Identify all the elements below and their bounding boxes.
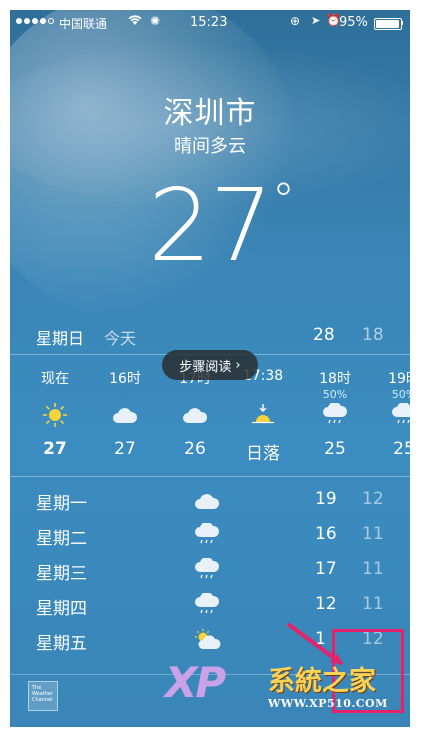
rain-icon — [374, 401, 410, 429]
hourly-temp: 26 — [184, 439, 206, 459]
hourly-time: 16时 — [109, 371, 141, 387]
hourly-precip — [95, 388, 155, 401]
battery-percentage: 95% — [339, 15, 368, 30]
battery-icon — [374, 18, 402, 30]
rain-icon — [194, 557, 224, 582]
hourly-item: 19时 50% 25 — [374, 356, 410, 459]
weather-condition: 晴间多云 — [174, 136, 246, 157]
daily-low: 11 — [362, 559, 384, 579]
hourly-temp: 25 — [393, 439, 410, 459]
degree-symbol: ° — [272, 173, 295, 227]
carrier-name: 中国联通 — [59, 17, 108, 31]
daily-high: 16 — [315, 524, 337, 544]
signal-strength-icon — [16, 18, 54, 24]
daily-day: 星期三 — [36, 564, 87, 584]
activity-spinner-icon: ✺ — [150, 14, 161, 28]
hourly-precip: 50% — [322, 388, 348, 401]
daily-high: 19 — [315, 489, 337, 509]
rain-icon — [194, 522, 224, 547]
hourly-time: 19时 — [388, 371, 410, 387]
hourly-item: 现在 27 — [25, 356, 85, 459]
cloud-icon — [194, 488, 224, 512]
daily-day: 星期一 — [36, 494, 87, 514]
hourly-temp: 25 — [324, 439, 346, 459]
current-temperature: 27 — [148, 167, 273, 284]
hourly-precip: 50% — [391, 388, 410, 401]
today-high: 28 — [313, 325, 335, 345]
daily-day: 星期二 — [36, 529, 87, 549]
daily-low: 11 — [362, 524, 384, 544]
clock: 15:23 — [190, 15, 228, 30]
cloud-icon — [95, 401, 155, 429]
cloud-icon — [165, 401, 225, 429]
daily-row: 星期四 12 11 — [10, 589, 410, 623]
weather-channel-text: The Weather Channel — [32, 685, 54, 703]
daily-row: 星期三 17 11 — [10, 554, 410, 588]
hourly-temp: 日落 — [246, 444, 280, 464]
hourly-precip — [233, 388, 293, 401]
watermark-url: WWW.XP510.COM — [268, 697, 388, 710]
daily-low: 11 — [362, 594, 384, 614]
watermark-xp-logo: XP — [165, 658, 226, 707]
divider-hourly — [10, 476, 410, 477]
daily-high: 12 — [315, 594, 337, 614]
hourly-precip — [25, 388, 85, 401]
step-reading-button[interactable]: 步骤阅读 › — [162, 350, 258, 380]
rain-icon — [194, 592, 224, 617]
sunset-icon — [233, 401, 293, 429]
hourly-precip — [165, 388, 225, 401]
daily-day: 星期四 — [36, 599, 87, 619]
today-row: 星期日 今天 28 18 — [10, 321, 410, 353]
watermark-site-name: 系統之家 — [268, 666, 376, 697]
city-name: 深圳市 — [163, 96, 257, 131]
rain-icon — [305, 401, 365, 429]
hourly-temp: 27 — [114, 439, 136, 459]
status-bar: 中国联通 ✺ 15:23 ⊕ ➤ ⏰ 95% — [10, 10, 410, 36]
battery-cap — [401, 21, 403, 25]
daily-low: 12 — [362, 489, 384, 509]
hourly-item: 16时 27 — [95, 356, 155, 459]
hourly-item: 18时 50% 25 — [305, 356, 365, 459]
rotation-lock-icon: ⊕ — [290, 14, 301, 28]
weather-channel-logo[interactable]: The Weather Channel — [28, 681, 58, 711]
daily-day: 星期五 — [36, 634, 87, 654]
wifi-icon — [128, 14, 142, 29]
chevron-right-icon: › — [235, 357, 241, 373]
daily-row: 星期一 19 12 — [10, 484, 410, 518]
hourly-temp: 27 — [43, 439, 67, 459]
today-low: 18 — [362, 325, 384, 345]
daily-row: 星期二 16 11 — [10, 519, 410, 553]
battery-fill — [376, 20, 399, 28]
hourly-time: 现在 — [41, 371, 69, 387]
step-reading-label: 步骤阅读 — [179, 359, 232, 375]
today-day: 星期日 — [36, 329, 85, 348]
sun-icon — [25, 401, 85, 429]
hourly-time: 18时 — [319, 371, 351, 387]
partly-sunny-icon — [194, 628, 224, 652]
today-label: 今天 — [104, 329, 137, 348]
location-arrow-icon: ➤ — [311, 14, 321, 27]
daily-high: 17 — [315, 559, 337, 579]
